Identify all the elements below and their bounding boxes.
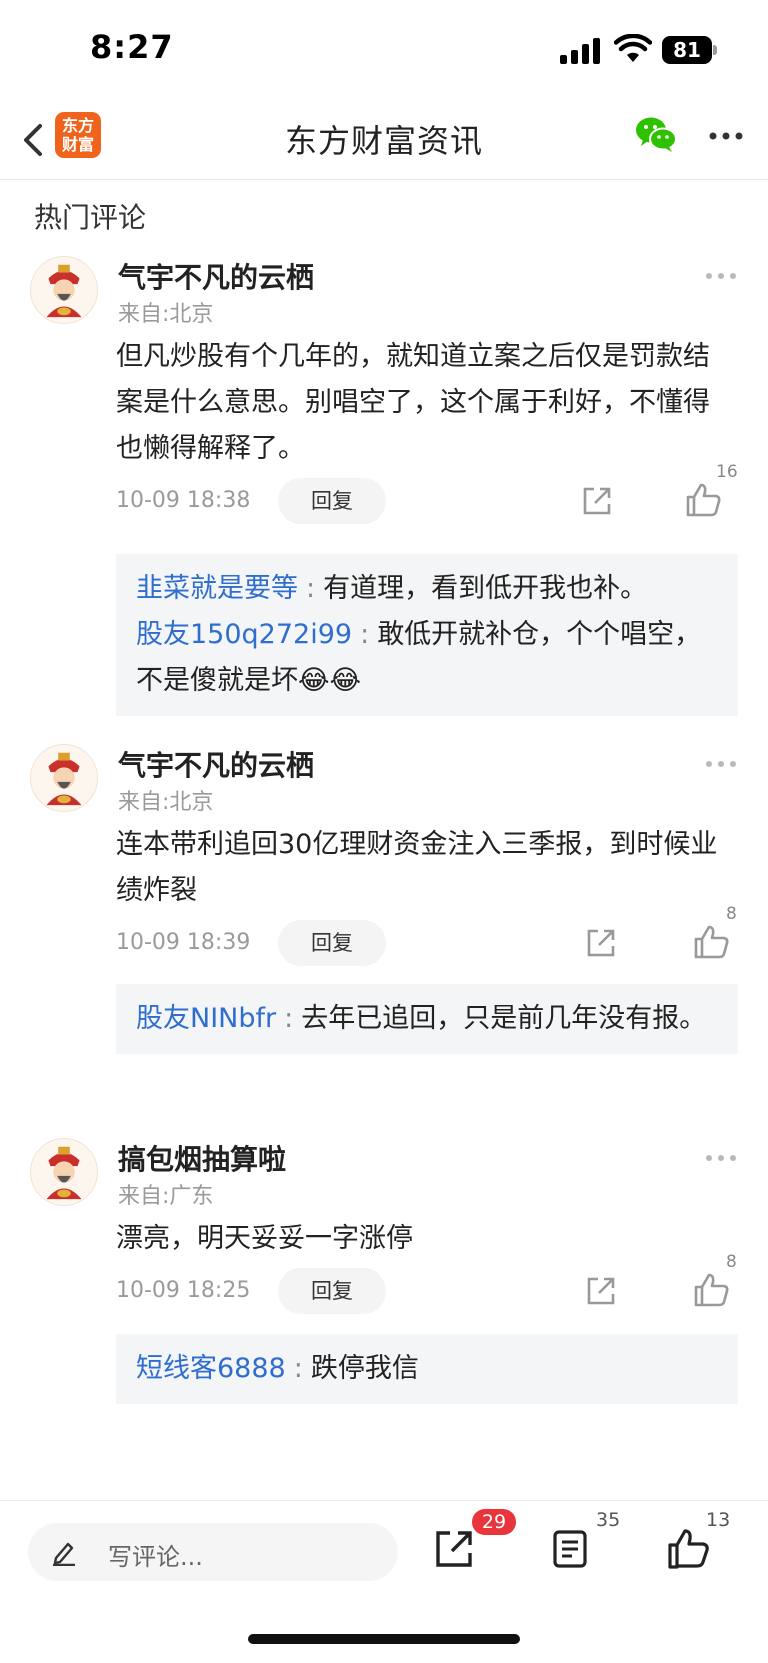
share-icon[interactable] bbox=[432, 1527, 476, 1571]
avatar[interactable] bbox=[30, 744, 98, 812]
reply-button[interactable]: 回复 bbox=[278, 1268, 386, 1314]
pen-icon bbox=[53, 1542, 75, 1566]
section-title: 热门评论 bbox=[34, 201, 147, 234]
reply-item[interactable]: 股友NINbfr: 去年已追回，只是前几年没有报。 bbox=[136, 996, 718, 1042]
share-count-badge: 29 bbox=[472, 1509, 516, 1535]
comment-username[interactable]: 气宇不凡的云栖 bbox=[118, 744, 314, 784]
share-icon[interactable] bbox=[584, 926, 618, 960]
comment-meta: 10-09 18:25 回复 8 bbox=[0, 1252, 768, 1316]
more-options-icon[interactable] bbox=[706, 122, 746, 150]
reply-text: 跌停我信 bbox=[310, 1353, 419, 1384]
comment-username[interactable]: 气宇不凡的云栖 bbox=[118, 256, 314, 296]
thumbs-up-icon[interactable] bbox=[684, 482, 722, 518]
comment-time: 10-09 18:38 bbox=[116, 488, 251, 513]
reply-button[interactable]: 回复 bbox=[278, 478, 386, 524]
reply-colon: : bbox=[293, 1353, 303, 1384]
comment-location: 来自:北京 bbox=[118, 790, 214, 815]
comment-time: 10-09 18:39 bbox=[116, 930, 251, 955]
comment-location: 来自:广东 bbox=[118, 1184, 214, 1209]
like-count: 8 bbox=[726, 1252, 737, 1272]
reply-username[interactable]: 短线客6888 bbox=[136, 1353, 286, 1384]
reply-list: 韭菜就是要等: 有道理，看到低开我也补。 股友150q272i99: 敢低开就补仓，… bbox=[116, 554, 738, 716]
reply-button[interactable]: 回复 bbox=[278, 920, 386, 966]
reply-colon: : bbox=[360, 619, 370, 650]
reply-item[interactable]: 股友150q272i99: 敢低开就补仓，个个唱空，不是傻就是坏😂😂 bbox=[136, 612, 718, 704]
thumbs-up-icon[interactable] bbox=[666, 1527, 710, 1571]
reply-colon: : bbox=[284, 1003, 294, 1034]
comment-location: 来自:北京 bbox=[118, 302, 214, 327]
comment-input-placeholder: 写评论... bbox=[108, 1543, 203, 1571]
wifi-icon bbox=[614, 34, 652, 62]
wechat-share-icon[interactable] bbox=[634, 112, 678, 156]
home-indicator[interactable] bbox=[248, 1634, 520, 1644]
thumbs-up-icon[interactable] bbox=[692, 924, 730, 960]
comment-meta: 10-09 18:39 回复 8 bbox=[0, 904, 768, 968]
comment-more-icon[interactable] bbox=[706, 1152, 738, 1164]
reply-list: 短线客6888: 跌停我信 bbox=[116, 1334, 738, 1404]
reply-colon: : bbox=[306, 573, 316, 604]
comment-text: 漂亮，明天妥妥一字涨停 bbox=[116, 1223, 413, 1254]
thumbs-up-icon[interactable] bbox=[692, 1272, 730, 1308]
comment-meta: 10-09 18:38 回复 16 bbox=[0, 462, 768, 526]
like-count: 8 bbox=[726, 904, 737, 924]
share-icon[interactable] bbox=[584, 1274, 618, 1308]
comment-text: 连本带利追回30亿理财资金注入三季报，到时候业绩炸裂 bbox=[116, 829, 718, 906]
reply-username[interactable]: 股友NINbfr bbox=[136, 1003, 276, 1034]
comment-list-icon[interactable] bbox=[548, 1527, 592, 1571]
comment-text: 但凡炒股有个几年的，就知道立案之后仅是罚款结案是什么意思。别唱空了，这个属于利好… bbox=[116, 341, 710, 464]
avatar[interactable] bbox=[30, 1138, 98, 1206]
comment-username[interactable]: 搞包烟抽算啦 bbox=[118, 1138, 286, 1178]
battery-icon: 81 bbox=[662, 36, 712, 64]
reply-list: 股友NINbfr: 去年已追回，只是前几年没有报。 bbox=[116, 984, 738, 1054]
like-count: 13 bbox=[706, 1509, 731, 1531]
reply-username[interactable]: 韭菜就是要等 bbox=[136, 573, 298, 604]
like-count: 16 bbox=[716, 462, 738, 482]
reply-text: 去年已追回，只是前几年没有报。 bbox=[301, 1003, 707, 1034]
status-time: 8:27 bbox=[90, 28, 174, 66]
reply-item[interactable]: 短线客6888: 跌停我信 bbox=[136, 1346, 718, 1392]
battery-tip bbox=[713, 45, 717, 55]
cellular-signal-icon bbox=[560, 38, 602, 64]
comment-input[interactable]: 写评论... bbox=[28, 1523, 398, 1581]
share-icon[interactable] bbox=[580, 484, 614, 518]
reply-username[interactable]: 股友150q272i99 bbox=[136, 619, 352, 650]
nav-bar: 东方 财富 东方财富资讯 bbox=[0, 100, 768, 180]
comment-more-icon[interactable] bbox=[706, 758, 738, 770]
comment-time: 10-09 18:25 bbox=[116, 1278, 251, 1303]
avatar[interactable] bbox=[30, 256, 98, 324]
reply-text: 有道理，看到低开我也补。 bbox=[323, 573, 648, 604]
comment-count: 35 bbox=[596, 1509, 621, 1531]
status-bar: 8:27 81 bbox=[0, 0, 768, 100]
reply-item[interactable]: 韭菜就是要等: 有道理，看到低开我也补。 bbox=[136, 566, 718, 612]
comment-more-icon[interactable] bbox=[706, 270, 738, 282]
